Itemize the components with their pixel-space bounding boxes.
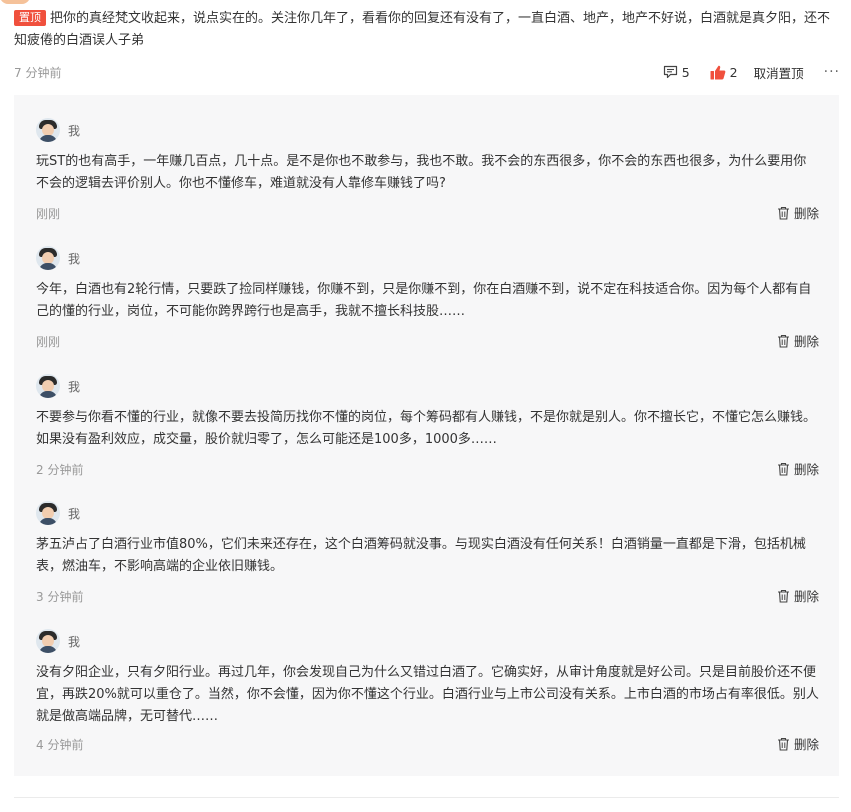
comment-icon [663, 65, 677, 79]
reply-list: 我 玩ST的也有高手，一年赚几百点，几十点。是不是你也不敢参与，我也不敢。我不会… [14, 95, 839, 776]
like-count: 2 [729, 64, 738, 80]
reply-author[interactable]: 我 [68, 505, 80, 522]
avatar[interactable] [36, 118, 60, 142]
reply-footer: 刚刚 删除 [36, 203, 819, 223]
trash-icon [777, 334, 789, 348]
avatar[interactable] [36, 374, 60, 398]
delete-button[interactable]: 删除 [777, 734, 819, 753]
reply-author[interactable]: 我 [68, 122, 80, 139]
reply-text: 不要参与你看不懂的行业，就像不要去投简历找你不懂的岗位，每个筹码都有人赚钱，不是… [36, 410, 817, 447]
reply-text: 玩ST的也有高手，一年赚几百点，几十点。是不是你也不敢参与，我也不敢。我不会的东… [36, 154, 807, 191]
reply-text: 今年，白酒也有2轮行情，只要跌了捡同样赚钱，你赚不到，只是你赚不到，你在白酒赚不… [36, 282, 812, 319]
reply-footer: 4 分钟前 删除 [36, 734, 819, 754]
reply-text: 茅五泸占了白酒行业市值80%，它们未来还存在，这个白酒筹码就没事。与现实白酒没有… [36, 537, 806, 574]
reply-author[interactable]: 我 [68, 633, 80, 650]
delete-label: 删除 [793, 334, 819, 349]
comment-count: 5 [681, 64, 690, 80]
unpin-button[interactable]: 取消置顶 [754, 63, 804, 82]
reply-header: 我 [36, 373, 80, 399]
trash-icon [777, 589, 789, 603]
post-text: 置顶 把你的真经梵文收起来，说点实在的。关注你几年了，看看你的回复还有没有了，一直… [14, 8, 842, 52]
reply-header: 我 [36, 245, 80, 271]
like-button[interactable]: 2 [710, 65, 738, 80]
reply-footer: 2 分钟前 删除 [36, 459, 819, 479]
reply-time: 刚刚 [36, 207, 61, 221]
post-time: 7 分钟前 [14, 66, 62, 80]
post-meta: 7 分钟前 5 2 取消置顶 ··· [14, 62, 840, 82]
reply-header: 我 [36, 500, 80, 526]
delete-label: 删除 [793, 206, 819, 221]
reply-header: 我 [36, 628, 80, 654]
reply-footer: 3 分钟前 删除 [36, 586, 819, 606]
reply-author[interactable]: 我 [68, 250, 80, 267]
reply-time: 3 分钟前 [36, 590, 84, 604]
delete-button[interactable]: 删除 [777, 459, 819, 478]
avatar[interactable] [36, 501, 60, 525]
post-actions: 5 2 取消置顶 ··· [663, 62, 840, 82]
avatar[interactable] [36, 629, 60, 653]
reply-text: 没有夕阳企业，只有夕阳行业。再过几年，你会发现自己为什么又错过白酒了。它确实好，… [36, 665, 819, 724]
reply-time: 4 分钟前 [36, 738, 84, 752]
more-dots-icon[interactable]: ··· [824, 64, 840, 80]
avatar[interactable] [36, 246, 60, 270]
pinned-badge: 置顶 [14, 10, 46, 26]
delete-button[interactable]: 删除 [777, 203, 819, 222]
divider [14, 797, 839, 798]
trash-icon [777, 737, 789, 751]
delete-label: 删除 [793, 589, 819, 604]
thumbs-up-icon [710, 65, 726, 79]
delete-label: 删除 [793, 737, 819, 752]
delete-label: 删除 [793, 462, 819, 477]
reply-time: 2 分钟前 [36, 463, 84, 477]
reply-time: 刚刚 [36, 335, 61, 349]
partial-avatar [0, 0, 30, 4]
trash-icon [777, 206, 789, 220]
trash-icon [777, 462, 789, 476]
delete-button[interactable]: 删除 [777, 586, 819, 605]
delete-button[interactable]: 删除 [777, 331, 819, 350]
comment-button[interactable]: 5 [663, 65, 690, 80]
post-body: 把你的真经梵文收起来，说点实在的。关注你几年了，看看你的回复还有没有了，一直白酒… [14, 11, 831, 48]
reply-header: 我 [36, 117, 80, 143]
reply-author[interactable]: 我 [68, 378, 80, 395]
reply-footer: 刚刚 删除 [36, 331, 819, 351]
